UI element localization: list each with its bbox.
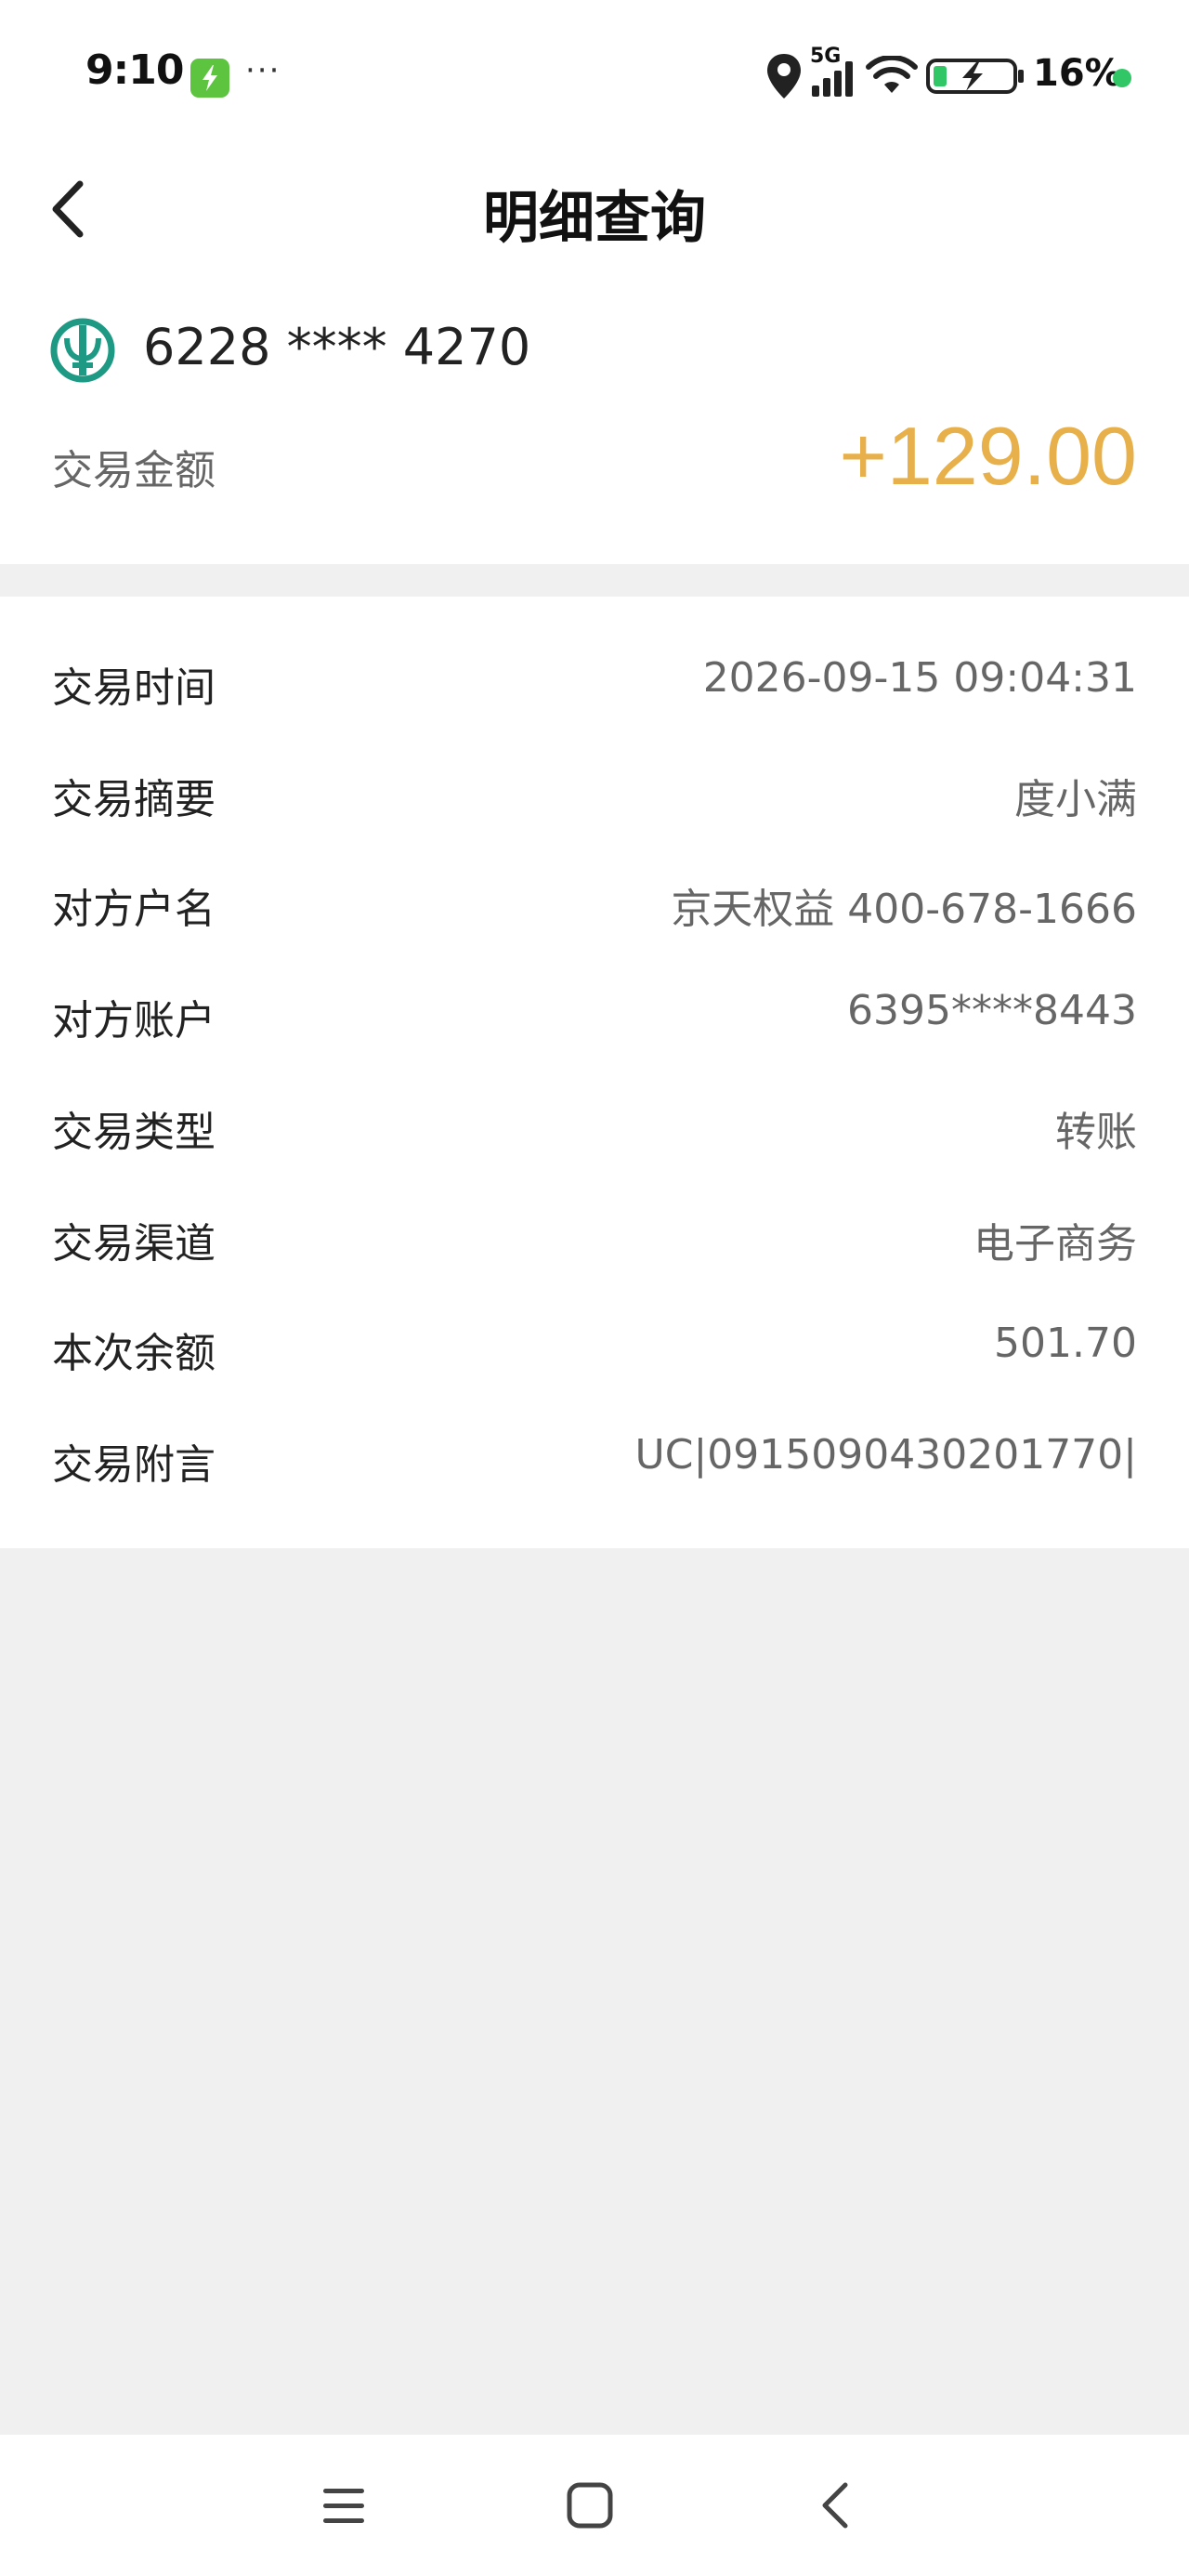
status-time: 9:10 — [85, 46, 184, 94]
detail-value: 2026-09-15 09:04:31 — [702, 654, 1137, 702]
back-icon — [822, 2482, 848, 2529]
home-button[interactable] — [553, 2468, 627, 2543]
detail-label: 对方账户 — [52, 997, 216, 1045]
amount-value: +129.00 — [839, 410, 1137, 502]
detail-label: 对方户名 — [52, 886, 216, 933]
system-nav-bar — [0, 2435, 1189, 2576]
more-notifications-icon: ··· — [245, 52, 281, 89]
card-number: 6228 **** 4270 — [143, 318, 531, 376]
detail-row-counterparty-name: 对方户名 京天权益 400-678-1666 — [0, 855, 1189, 948]
detail-label: 交易摘要 — [52, 776, 216, 823]
amount-label: 交易金额 — [52, 447, 216, 494]
detail-label: 交易时间 — [52, 664, 216, 712]
detail-row-memo: 交易附言 UC|0915090430201770| — [0, 1411, 1189, 1504]
battery-charging-icon — [926, 59, 1024, 94]
battery-percent: 16% — [1033, 52, 1122, 95]
status-dot — [1113, 69, 1131, 87]
home-icon — [567, 2482, 613, 2529]
wifi-icon — [866, 56, 918, 93]
recent-apps-button[interactable] — [307, 2468, 381, 2543]
detail-row-counterparty-account: 对方账户 6395****8443 — [0, 966, 1189, 1059]
detail-label: 交易类型 — [52, 1109, 216, 1156]
page-title: 明细查询 — [483, 186, 706, 251]
detail-label: 交易附言 — [52, 1441, 216, 1489]
detail-row-balance: 本次余额 501.70 — [0, 1299, 1189, 1392]
detail-row-time: 交易时间 2026-09-15 09:04:31 — [0, 634, 1189, 727]
transaction-summary: 6228 **** 4270 交易金额 +129.00 — [0, 279, 1189, 564]
detail-value: 6395****8443 — [847, 987, 1137, 1034]
location-icon — [767, 54, 801, 99]
detail-value: 501.70 — [994, 1320, 1137, 1367]
page-header: 明细查询 — [0, 139, 1189, 279]
detail-value: UC|0915090430201770| — [634, 1431, 1137, 1479]
transaction-details: 交易时间 2026-09-15 09:04:31 交易摘要 度小满 对方户名 京… — [0, 597, 1189, 1548]
status-bar: 9:10 ··· 5G 16% — [0, 0, 1189, 139]
system-back-button[interactable] — [801, 2468, 875, 2543]
cellular-signal-icon — [812, 61, 853, 97]
charging-app-icon — [190, 59, 229, 98]
detail-value: 京天权益 400-678-1666 — [671, 886, 1137, 933]
status-icons: 5G 16% — [762, 45, 1189, 102]
detail-row-channel: 交易渠道 电子商务 — [0, 1189, 1189, 1282]
agricultural-bank-logo-icon — [50, 318, 115, 383]
detail-label: 交易渠道 — [52, 1220, 216, 1268]
detail-row-type: 交易类型 转账 — [0, 1078, 1189, 1171]
menu-icon — [323, 2489, 364, 2523]
detail-value: 电子商务 — [973, 1220, 1137, 1268]
detail-row-summary: 交易摘要 度小满 — [0, 745, 1189, 838]
detail-label: 本次余额 — [52, 1330, 216, 1377]
detail-value: 度小满 — [1014, 776, 1137, 823]
detail-value: 转账 — [1055, 1109, 1137, 1156]
